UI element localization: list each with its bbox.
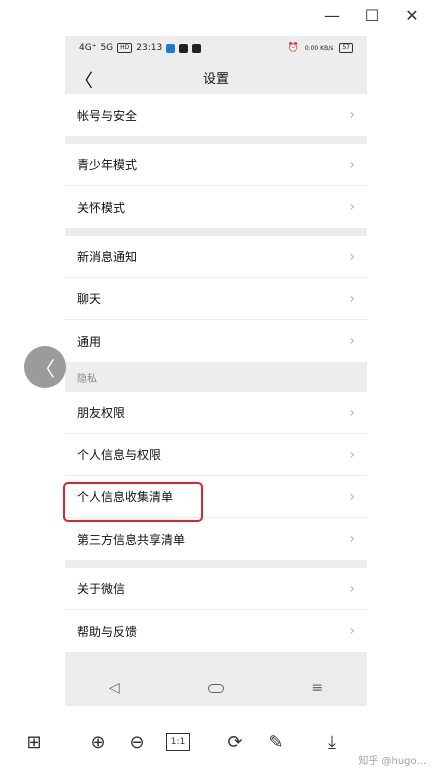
row-label: 聊天 [77,292,102,306]
watermark: 知乎 @hugo... [358,756,426,767]
row-label: 关于微信 [77,582,126,596]
chevron-right-icon: › [349,580,355,597]
settings-row-notifications[interactable]: 新消息通知 › [65,236,367,278]
zoom-in-icon[interactable]: ⊕ [84,728,112,756]
app-notification-icon [166,43,176,53]
settings-row-help-feedback[interactable]: 帮助与反馈 › [65,610,367,652]
settings-row-personal-info-permissions[interactable]: 个人信息与权限 › [65,434,367,476]
row-label: 朋友权限 [77,406,126,420]
nav-menu-icon[interactable]: ≡ [311,680,323,696]
floating-back-button[interactable]: 〈 [24,346,66,388]
highlight-box [63,482,203,522]
settings-row-third-party-sharing[interactable]: 第三方信息共享清单 › [65,518,367,560]
back-arrow-icon[interactable]: 〈 [75,67,93,93]
maximize-icon[interactable]: ☐ [352,0,392,30]
alarm-icon: ⏰ [287,43,299,53]
row-label: 通用 [77,334,102,349]
nav-home-icon[interactable] [207,683,224,693]
rotate-icon[interactable]: ⟳ [221,728,249,756]
actual-size-button[interactable]: 1:1 [166,733,190,751]
row-label: 帐号与安全 [77,108,138,123]
chevron-right-icon: › [349,248,355,265]
row-label: 帮助与反馈 [77,624,138,639]
settings-row-about[interactable]: 关于微信 › [65,568,367,610]
row-label: 关怀模式 [77,200,126,215]
settings-row-general[interactable]: 通用 › [65,320,367,362]
chevron-right-icon: › [349,199,355,215]
row-label: 青少年模式 [77,158,138,172]
minimize-icon[interactable]: — [312,0,352,30]
chevron-right-icon: › [349,446,355,463]
settings-row-friend-permissions[interactable]: 朋友权限 › [65,392,367,434]
net-speed: 0.00 KB/s [304,44,334,52]
settings-row-teen-mode[interactable]: 青少年模式 › [65,144,367,186]
zoom-out-icon[interactable]: ⊖ [123,728,151,756]
chevron-right-icon: › [349,623,355,639]
grid-icon[interactable]: ⊞ [20,728,48,756]
mail-icon [192,43,202,53]
general-group: 新消息通知 › 聊天 › 通用 › [65,236,367,362]
privacy-section-label: 隐私 [65,362,367,392]
nav-back-icon[interactable]: ◁ [109,680,120,696]
status-time: 23:13 [136,43,163,53]
settings-row-care-mode[interactable]: 关怀模式 › [65,186,367,228]
chevron-right-icon: › [349,333,355,349]
status-bar: 4G⁺ 5G HD 23:13 ⏰ 0.00 KB/s 57 [65,36,367,60]
row-label: 新消息通知 [77,250,138,264]
chevron-right-icon: › [349,107,355,123]
account-group: 帐号与安全 › [65,94,367,136]
page-title: 设置 [202,71,229,87]
chevron-right-icon: › [349,488,355,505]
hd-badge: HD [117,43,133,53]
about-group: 关于微信 › 帮助与反馈 › [65,568,367,652]
settings-row-chat[interactable]: 聊天 › [65,278,367,320]
privacy-group: 朋友权限 › 个人信息与权限 › 个人信息收集清单 › 第三方信息共享清单 › [65,392,367,560]
signal-5g: 5G [100,43,114,53]
mode-group: 青少年模式 › 关怀模式 › [65,144,367,228]
settings-list: 帐号与安全 › 青少年模式 › 关怀模式 › 新消息通知 › 聊天 › 通用 ›… [65,94,367,652]
row-label: 第三方信息共享清单 [77,532,186,547]
chevron-right-icon: › [349,156,355,173]
notification-icon [179,43,189,53]
close-icon[interactable]: ✕ [392,0,432,30]
edit-icon[interactable]: ✎ [262,728,290,756]
download-icon[interactable]: ⤓ [318,728,346,756]
phone-screen: 4G⁺ 5G HD 23:13 ⏰ 0.00 KB/s 57 〈 设置 帐号与安… [65,36,367,706]
chevron-left-icon: 〈 [35,356,55,381]
settings-row-account[interactable]: 帐号与安全 › [65,94,367,136]
signal-4g: 4G⁺ [79,43,97,53]
row-label: 个人信息与权限 [77,448,162,462]
nav-bar: 〈 设置 [65,60,367,94]
chevron-right-icon: › [349,290,355,307]
chevron-right-icon: › [349,531,355,547]
window-controls: — ☐ ✕ [312,0,432,30]
battery-icon: 57 [339,43,353,53]
chevron-right-icon: › [349,404,355,421]
phone-nav-bar: ◁ ≡ [65,670,367,706]
